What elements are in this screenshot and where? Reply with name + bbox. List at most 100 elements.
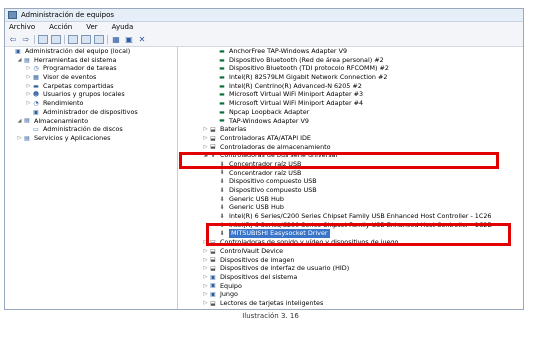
expand-arrow-icon[interactable]: ▷ — [202, 143, 209, 152]
tree-item-label: TAP-Windows Adapter V9 — [229, 116, 309, 125]
tree-item[interactable]: ▷ ▤ Servicios y Aplicaciones — [5, 134, 177, 143]
tree-item[interactable]: ▬ AnchorFree TAP-Windows Adapter V9 — [178, 47, 523, 56]
tree-item[interactable]: ⬇ Intel(R) 6 Series/C200 Series Chipset F… — [178, 212, 523, 221]
tree-item[interactable]: ▬ Intel(R) Centrino(R) Advanced-N 6205 #2 — [178, 82, 523, 91]
toolbar-separator — [107, 35, 108, 44]
tree-item[interactable]: ▷ ⬓ Dispositivos de imagen — [178, 256, 523, 265]
tree-item[interactable]: ▬ Dispositivo Bluetooth (TDI protocolo RF… — [178, 64, 523, 73]
tree-item-label: Lectores de tarjetas inteligentes — [220, 298, 324, 307]
figure-caption: Ilustración 3. 16 — [242, 312, 299, 320]
tree-item[interactable]: ▣ Administración del equipo (local) — [5, 47, 177, 56]
tree-item[interactable]: ▬ Dispositivo Bluetooth (Red de área pers… — [178, 56, 523, 65]
expand-arrow-icon[interactable]: ▷ — [25, 64, 32, 73]
tree-item[interactable]: ▷ ⬓ Lectores de tarjetas inteligentes — [178, 299, 523, 308]
scan-hardware-icon[interactable] — [94, 35, 104, 44]
menu-archivo[interactable]: Archivo — [7, 22, 37, 33]
device-tree-pane: ▬ AnchorFree TAP-Windows Adapter V9 ▬ Dispo… — [178, 47, 523, 309]
tree-item[interactable]: ◢ ▤ Almacenamiento — [5, 117, 177, 126]
services-icon: ▤ — [24, 134, 30, 142]
tree-item[interactable]: ⬇ Generic USB Hub — [178, 195, 523, 204]
update-driver-icon[interactable]: ▦ — [111, 35, 121, 44]
tree-item[interactable]: ▬ Npcap Loopback Adapter — [178, 108, 523, 117]
controlvault-icon: ⬓ — [210, 247, 216, 255]
menu-ayuda[interactable]: Ayuda — [110, 22, 136, 33]
tree-item-label: Generic USB Hub — [229, 203, 284, 212]
tree-item[interactable]: ▷ ☻ Usuarios y grupos locales — [5, 90, 177, 99]
tree-item-label: Intel(R) 6 Series/C200 Series Chipset Fa… — [229, 212, 492, 221]
tree-item[interactable]: ▭ Administración de discos — [5, 125, 177, 134]
tree-item-label: Dispositivo compuesto USB — [229, 177, 317, 186]
tree-item[interactable]: ▬ Microsoft Virtual WiFi Miniport Adapter… — [178, 90, 523, 99]
usb-icon: ⬇ — [219, 178, 225, 186]
menu-accion[interactable]: Acción — [47, 22, 74, 33]
tree-item[interactable]: ▷ ▣ Dispositivos del sistema — [178, 273, 523, 282]
expand-arrow-icon[interactable]: ▷ — [202, 290, 209, 299]
tree-item[interactable]: ▷ ⬓ Baterías — [178, 125, 523, 134]
tree-item-label: Dispositivos de imagen — [220, 255, 295, 264]
usb-icon: ⬇ — [219, 204, 225, 212]
tree-item[interactable]: ▷ ⬓ ControlVault Device — [178, 247, 523, 256]
tree-item[interactable]: ▷ ◷ Programador de tareas — [5, 64, 177, 73]
tree-item[interactable]: ▷ ▬ Carpetas compartidas — [5, 82, 177, 91]
tree-item-label: Intel(R) 82579LM Gigabit Network Connect… — [229, 73, 388, 82]
expand-arrow-icon[interactable]: ▷ — [16, 134, 23, 143]
properties-icon[interactable] — [68, 35, 78, 44]
clock-icon: ◷ — [33, 65, 39, 73]
expand-arrow-icon[interactable]: ▷ — [25, 73, 32, 82]
tree-item[interactable]: ▷ ▦ Visor de eventos — [5, 73, 177, 82]
expand-arrow-icon[interactable]: ▷ — [25, 90, 32, 99]
usb-icon: ⬇ — [219, 212, 225, 220]
tree-item[interactable]: ▬ Microsoft Virtual WiFi Miniport Adapter… — [178, 99, 523, 108]
tree-item[interactable]: ⬇ Dispositivo compuesto USB — [178, 186, 523, 195]
highlight-box-easysocket-driver — [206, 223, 511, 246]
tree-item[interactable]: ▣ Administrador de dispositivos — [5, 108, 177, 117]
expand-arrow-icon[interactable]: ▷ — [202, 247, 209, 256]
highlight-box-usb-controllers — [179, 152, 499, 169]
tree-item-label: Dispositivo Bluetooth (TDI protocolo RFC… — [229, 64, 389, 73]
tree-item[interactable]: ▬ TAP-Windows Adapter V9 — [178, 117, 523, 126]
expand-arrow-icon[interactable]: ◢ — [16, 56, 23, 65]
tree-item[interactable]: ▷ ◔ Rendimiento — [5, 99, 177, 108]
storage-icon: ▤ — [24, 117, 30, 125]
help-icon[interactable] — [81, 35, 91, 44]
expand-arrow-icon[interactable]: ▷ — [25, 99, 32, 108]
tree-item-label: ControlVault Device — [220, 246, 284, 255]
performance-icon: ◔ — [33, 99, 39, 107]
tree-item-label: Administración del equipo (local) — [25, 47, 131, 55]
tree-item[interactable]: ⬇ Concentrador raíz USB — [178, 169, 523, 178]
uninstall-device-icon[interactable]: ✕ — [137, 35, 147, 44]
tree-item-label: Npcap Loopback Adapter — [229, 107, 310, 116]
tree-item[interactable]: ▷ ⬓ Controladoras ATA/ATAPI IDE — [178, 134, 523, 143]
tree-item[interactable]: ▷ ⬓ Controladoras de almacenamiento — [178, 143, 523, 152]
expand-arrow-icon[interactable]: ▷ — [202, 282, 209, 291]
usb-icon: ⬇ — [219, 195, 225, 203]
tree-item-label: Dispositivos de interfaz de usuario (HID… — [220, 264, 350, 273]
network-adapter-icon: ▬ — [219, 117, 225, 125]
expand-arrow-icon[interactable]: ▷ — [202, 273, 209, 282]
menu-ver[interactable]: Ver — [84, 22, 99, 33]
tree-item[interactable]: ▷ ⬓ Dispositivos de interfaz de usuario (H… — [178, 264, 523, 273]
expand-arrow-icon[interactable]: ▷ — [202, 125, 209, 134]
back-arrow-icon[interactable]: ⇦ — [8, 35, 18, 44]
tree-item[interactable]: ▷ ▣ Jungo — [178, 290, 523, 299]
expand-arrow-icon[interactable]: ▷ — [202, 256, 209, 265]
window-title: Administración de equipos — [21, 11, 115, 19]
up-folder-icon[interactable] — [38, 35, 48, 44]
tree-item[interactable]: ◢ ▤ Herramientas del sistema — [5, 56, 177, 65]
disable-device-icon[interactable]: ▣ — [124, 35, 134, 44]
tree-item[interactable]: ⬇ Generic USB Hub — [178, 203, 523, 212]
title-bar: Administración de equipos — [5, 9, 523, 22]
tree-item-label: Controladoras ATA/ATAPI IDE — [220, 133, 311, 142]
tree-item[interactable]: ▷ ▣ Equipo — [178, 282, 523, 291]
system-devices-icon: ▣ — [210, 273, 216, 281]
tree-item[interactable]: ▬ Intel(R) 82579LM Gigabit Network Connec… — [178, 73, 523, 82]
expand-arrow-icon[interactable]: ▷ — [202, 264, 209, 273]
expand-arrow-icon[interactable]: ▷ — [202, 134, 209, 143]
storage-controller-icon: ⬓ — [210, 143, 216, 151]
expand-arrow-icon[interactable]: ◢ — [16, 117, 23, 126]
expand-arrow-icon[interactable]: ▷ — [202, 299, 209, 308]
expand-arrow-icon[interactable]: ▷ — [25, 82, 32, 91]
tree-item[interactable]: ⬇ Dispositivo compuesto USB — [178, 177, 523, 186]
show-tree-icon[interactable] — [51, 35, 61, 44]
forward-arrow-icon[interactable]: ⇨ — [21, 35, 31, 44]
